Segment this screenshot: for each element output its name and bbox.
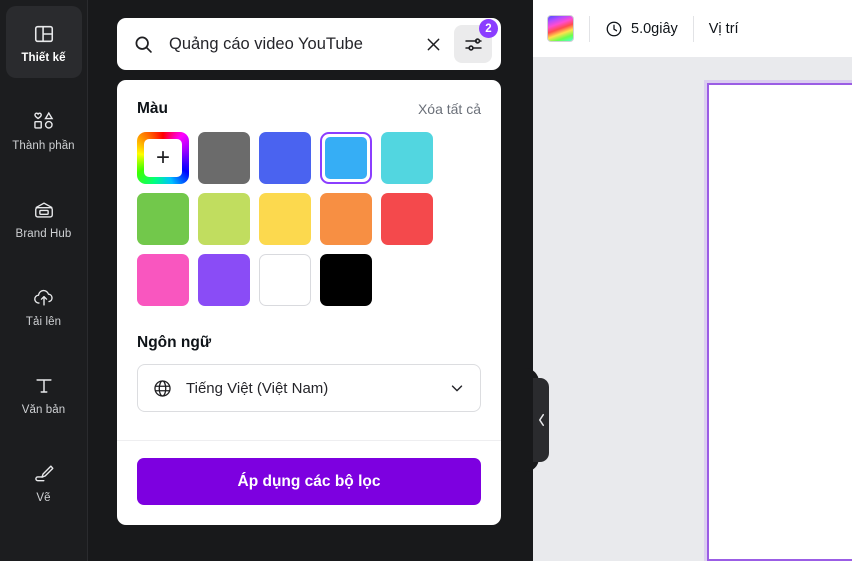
app-root: 5.0giây Vị trí Thiết kế Thành phần Brand… xyxy=(0,0,852,561)
toolbar-divider-2 xyxy=(692,15,694,42)
swatch-red[interactable] xyxy=(381,193,433,245)
layout-icon xyxy=(31,21,57,47)
sidebar-item-ve[interactable]: Vẽ xyxy=(6,446,82,518)
filter-panel-body: Màu Xóa tất cả + Ngôn ngữ Tiếng Việt (Vi… xyxy=(117,80,501,440)
swatch-yellow[interactable] xyxy=(259,193,311,245)
swatch-fill-pink xyxy=(137,254,189,306)
filter-panel-footer: Áp dụng các bộ lọc xyxy=(117,441,501,525)
sidebar-item-brand-hub[interactable]: Brand Hub xyxy=(6,182,82,254)
language-select[interactable]: Tiếng Việt (Việt Nam) xyxy=(137,364,481,412)
toolbar-divider-1 xyxy=(589,15,590,42)
upload-cloud-icon xyxy=(31,285,57,311)
sidebar-label-thiet-ke: Thiết kế xyxy=(21,51,66,64)
color-swatch-grid: + xyxy=(137,132,481,306)
swatch-pink[interactable] xyxy=(137,254,189,306)
swatch-fill-cyan xyxy=(381,132,433,184)
swatch-fill-blue xyxy=(259,132,311,184)
duration-label: 5.0giây xyxy=(631,20,678,37)
apply-filters-button[interactable]: Áp dụng các bộ lọc xyxy=(137,458,481,505)
language-section-title: Ngôn ngữ xyxy=(137,334,212,351)
plus-icon: + xyxy=(144,139,182,177)
clear-search-button[interactable] xyxy=(418,29,448,59)
duration-button[interactable]: 5.0giây xyxy=(605,20,678,38)
swatch-custom-color-picker[interactable]: + xyxy=(137,132,189,184)
search-icon xyxy=(133,34,154,55)
chevron-down-icon xyxy=(448,379,466,397)
color-section-title: Màu xyxy=(137,100,168,117)
swatch-green[interactable] xyxy=(137,193,189,245)
search-bar: 2 xyxy=(117,18,501,70)
swatch-fill-red xyxy=(381,193,433,245)
sidebar-item-overflow[interactable] xyxy=(6,534,82,561)
chevron-left-icon xyxy=(538,413,544,427)
color-chip-swatch[interactable] xyxy=(547,15,574,42)
position-label: Vị trí xyxy=(708,20,739,37)
swatch-cyan[interactable] xyxy=(381,132,433,184)
canvas-page[interactable] xyxy=(707,83,852,561)
swatch-gray[interactable] xyxy=(198,132,250,184)
collapse-panel-button[interactable] xyxy=(533,378,549,462)
filter-toggle-button[interactable]: 2 xyxy=(454,19,498,63)
swatch-purple[interactable] xyxy=(198,254,250,306)
filter-count-badge: 2 xyxy=(479,19,498,38)
swatch-fill-purple xyxy=(198,254,250,306)
swatch-fill-black xyxy=(320,254,372,306)
color-section-header: Màu Xóa tất cả xyxy=(137,100,481,118)
wallet-icon xyxy=(31,197,57,223)
pencil-draw-icon xyxy=(31,461,57,487)
swatch-fill-white xyxy=(259,254,311,306)
search-input[interactable] xyxy=(154,34,418,54)
canvas-area: 5.0giây Vị trí xyxy=(533,0,852,561)
text-t-icon xyxy=(31,373,57,399)
sidebar-label-ve: Vẽ xyxy=(36,491,51,504)
sidebar-label-tai-len: Tải lên xyxy=(25,315,62,328)
clock-icon xyxy=(605,20,623,38)
sidebar-item-thanh-phan[interactable]: Thành phần xyxy=(6,94,82,166)
swatch-blue[interactable] xyxy=(259,132,311,184)
swatch-fill-gray xyxy=(198,132,250,184)
swatch-fill-yellow xyxy=(259,193,311,245)
swatch-orange[interactable] xyxy=(320,193,372,245)
swatch-fill-green xyxy=(137,193,189,245)
clear-all-button[interactable]: Xóa tất cả xyxy=(418,101,481,117)
sidebar-label-van-ban: Văn bản xyxy=(21,403,66,416)
swatch-fill-lime xyxy=(198,193,250,245)
left-sidebar: Thiết kế Thành phần Brand Hub Tải lên Vă… xyxy=(0,0,88,561)
sidebar-item-thiet-ke[interactable]: Thiết kế xyxy=(5,6,82,78)
swatch-fill-orange xyxy=(320,193,372,245)
canvas-toolbar: 5.0giây Vị trí xyxy=(533,0,852,57)
sidebar-item-tai-len[interactable]: Tải lên xyxy=(6,270,82,342)
more-apps-icon xyxy=(31,557,57,561)
globe-icon xyxy=(152,378,173,399)
swatch-light-blue[interactable] xyxy=(320,132,372,184)
sidebar-item-van-ban[interactable]: Văn bản xyxy=(6,358,82,430)
swatch-lime[interactable] xyxy=(198,193,250,245)
swatch-white[interactable] xyxy=(259,254,311,306)
sidebar-label-thanh-phan: Thành phần xyxy=(12,139,75,152)
swatch-fill-light-blue xyxy=(325,137,367,179)
sidebar-label-brand-hub: Brand Hub xyxy=(15,227,72,240)
shapes-icon xyxy=(31,109,57,135)
language-selected-value: Tiếng Việt (Việt Nam) xyxy=(186,379,329,397)
filter-panel: Màu Xóa tất cả + Ngôn ngữ Tiếng Việt (Vi… xyxy=(117,80,501,525)
position-button[interactable]: Vị trí xyxy=(709,21,739,37)
swatch-black[interactable] xyxy=(320,254,372,306)
